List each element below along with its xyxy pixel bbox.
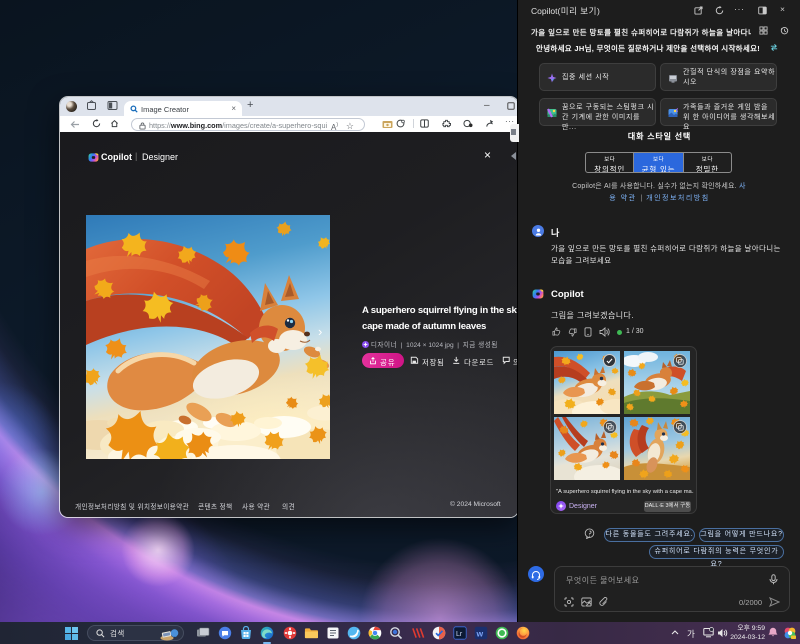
svg-text:Lr: Lr (456, 631, 463, 638)
svg-text:w: w (476, 629, 484, 639)
